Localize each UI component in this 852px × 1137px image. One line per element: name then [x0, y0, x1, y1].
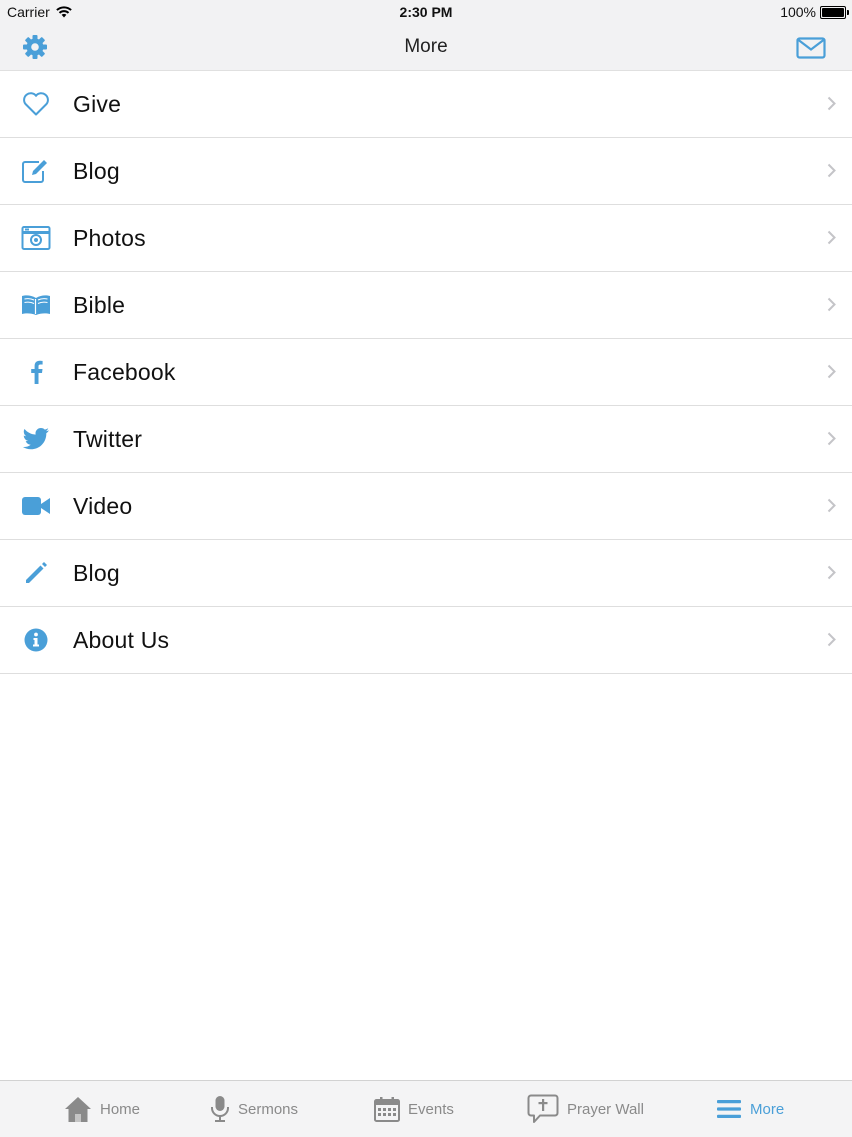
- chevron-right-icon: [827, 96, 836, 111]
- tab-sermons[interactable]: Sermons: [210, 1081, 298, 1137]
- status-time: 2:30 PM: [399, 4, 453, 20]
- menu-item-give[interactable]: Give: [0, 71, 852, 138]
- prayer-bubble-icon: [527, 1094, 559, 1123]
- page-title: More: [404, 36, 448, 57]
- tab-prayer-wall[interactable]: Prayer Wall: [527, 1081, 644, 1137]
- chevron-right-icon: [827, 632, 836, 647]
- chevron-right-icon: [827, 431, 836, 446]
- tab-home[interactable]: Home: [64, 1081, 140, 1137]
- heart-icon: [20, 90, 52, 118]
- tab-bar: Home Sermons Events Prayer Wall More: [0, 1080, 852, 1137]
- tab-label: More: [750, 1100, 785, 1118]
- chevron-right-icon: [827, 498, 836, 513]
- tab-label: Events: [408, 1100, 454, 1118]
- tab-events[interactable]: Events: [374, 1081, 454, 1137]
- chevron-right-icon: [827, 565, 836, 580]
- menu-item-facebook[interactable]: Facebook: [0, 339, 852, 406]
- menu-item-label: Twitter: [73, 426, 143, 452]
- menu-item-video[interactable]: Video: [0, 473, 852, 540]
- mail-button[interactable]: [796, 37, 826, 64]
- chevron-right-icon: [827, 297, 836, 312]
- status-battery: 100%: [780, 4, 849, 20]
- facebook-icon: [20, 358, 52, 386]
- menu-item-label: Give: [73, 91, 122, 117]
- calendar-icon: [374, 1097, 400, 1122]
- menu-item-label: Blog: [73, 158, 120, 184]
- menu-item-label: Bible: [73, 292, 126, 318]
- menu-item-label: Facebook: [73, 359, 176, 385]
- tab-more[interactable]: More: [716, 1081, 784, 1137]
- chevron-right-icon: [827, 230, 836, 245]
- video-icon: [20, 492, 52, 520]
- menu-icon: [717, 1100, 741, 1118]
- menu-item-blog-2[interactable]: Blog: [0, 540, 852, 607]
- microphone-icon: [211, 1096, 229, 1122]
- menu-item-label: Photos: [73, 225, 146, 251]
- menu-item-label: About Us: [73, 627, 170, 653]
- mail-icon: [796, 37, 826, 59]
- battery-percent: 100%: [780, 4, 816, 20]
- chevron-right-icon: [827, 364, 836, 379]
- home-icon: [65, 1097, 91, 1122]
- tab-label: Prayer Wall: [567, 1100, 644, 1118]
- menu-item-label: Video: [73, 493, 133, 519]
- status-bar: Carrier 2:30 PM 100%: [0, 0, 852, 24]
- book-icon: [20, 291, 52, 319]
- menu-item-twitter[interactable]: Twitter: [0, 406, 852, 473]
- menu-item-about-us[interactable]: About Us: [0, 607, 852, 674]
- menu-item-label: Blog: [73, 560, 120, 586]
- edit-icon: [20, 157, 52, 185]
- twitter-icon: [20, 425, 52, 453]
- battery-icon: [820, 5, 849, 19]
- menu-item-bible[interactable]: Bible: [0, 272, 852, 339]
- more-menu-list: Give Blog Photos Bible Facebook Twitter …: [0, 71, 852, 674]
- tab-label: Sermons: [238, 1100, 299, 1118]
- info-icon: [20, 626, 52, 654]
- camera-icon: [20, 224, 52, 252]
- pencil-icon: [20, 559, 52, 587]
- tab-label: Home: [100, 1100, 141, 1118]
- chevron-right-icon: [827, 163, 836, 178]
- menu-item-blog[interactable]: Blog: [0, 138, 852, 205]
- menu-item-photos[interactable]: Photos: [0, 205, 852, 272]
- navigation-bar: More: [0, 24, 852, 71]
